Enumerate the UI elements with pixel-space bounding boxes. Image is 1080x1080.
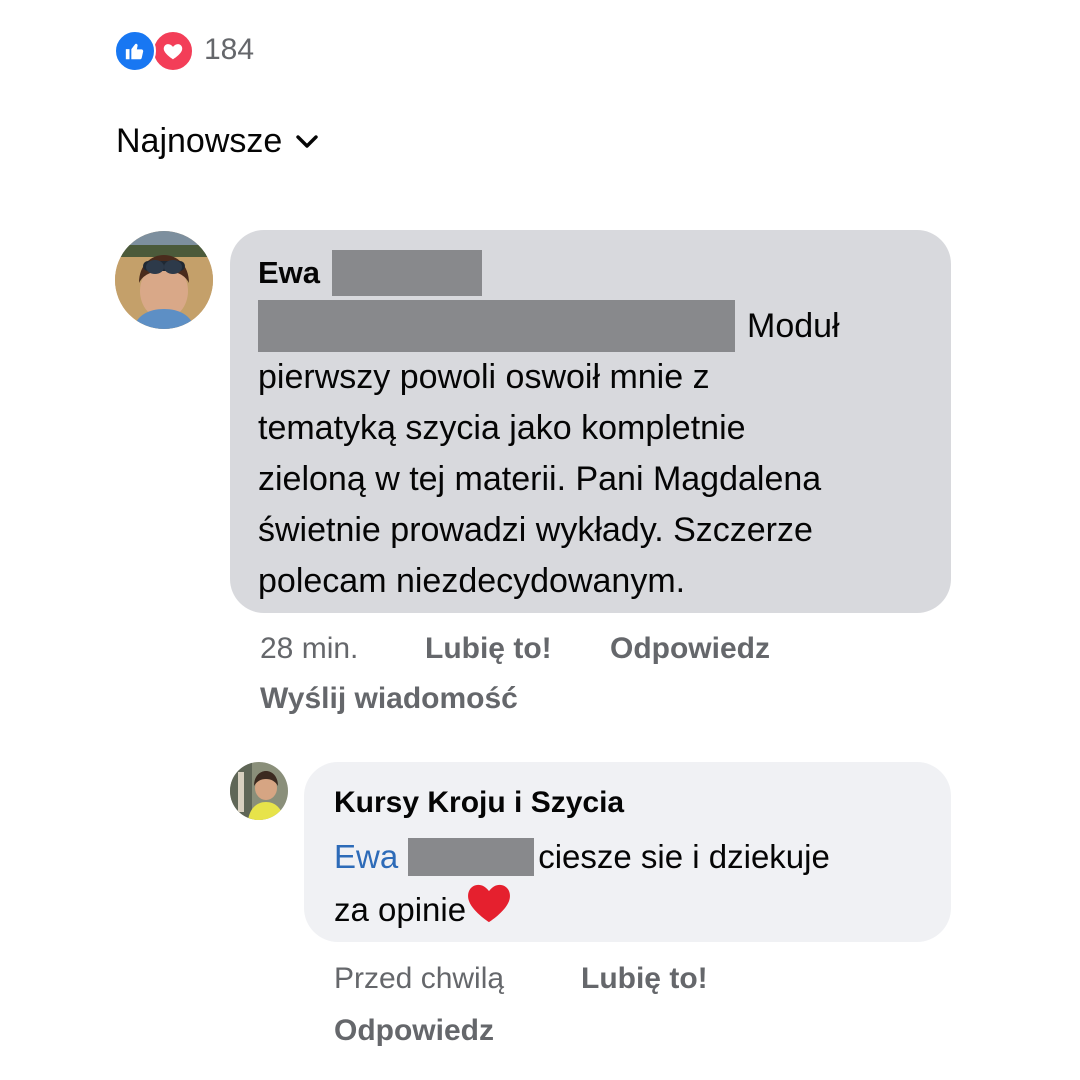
mention-name: Ewa — [334, 838, 399, 875]
comment-line: tematyką szycia jako kompletnie — [258, 409, 746, 447]
page-avatar[interactable] — [230, 762, 288, 820]
reply-line: za opinie — [334, 891, 467, 928]
comment-text: Moduł pierwszy powoli oswoił mnie z tema… — [258, 300, 923, 607]
reply-actions: Przed chwilą Lubię to! Odpowiedz — [334, 962, 954, 1062]
mention-link[interactable]: Ewa — [334, 832, 535, 882]
reply-author[interactable]: Kursy Kroju i Szycia — [334, 784, 921, 822]
reaction-icons — [114, 30, 198, 72]
like-button[interactable]: Lubię to! — [425, 632, 552, 666]
reaction-count: 184 — [204, 33, 255, 66]
comment-line: pierwszy powoli oswoił mnie z — [258, 358, 710, 396]
comment-author[interactable]: Ewa — [258, 250, 923, 296]
love-icon — [152, 30, 194, 72]
reply-like-button[interactable]: Lubię to! — [581, 962, 708, 996]
reply-timestamp[interactable]: Przed chwilą — [334, 962, 504, 996]
sort-label: Najnowsze — [116, 122, 283, 160]
reply-bubble: Kursy Kroju i Szycia Ewa ciesze sie i dz… — [304, 762, 951, 942]
comment-actions: 28 min. Lubię to! Odpowiedz Wyślij wiado… — [260, 632, 960, 722]
comment-line: polecam niezdecydowanym. — [258, 562, 686, 600]
reply-reply-button[interactable]: Odpowiedz — [334, 1014, 494, 1048]
redacted-surname — [332, 250, 483, 296]
commenter-avatar[interactable] — [115, 231, 213, 329]
reply-button[interactable]: Odpowiedz — [610, 632, 770, 666]
comments-screen: 184 Najnowsze Ewa Moduł pierwszy powoli … — [0, 0, 1080, 1080]
comment-bubble: Ewa Moduł pierwszy powoli oswoił mnie z … — [230, 230, 951, 613]
like-icon — [114, 30, 156, 72]
comment-timestamp[interactable]: 28 min. — [260, 632, 358, 666]
red-heart-icon — [466, 882, 512, 938]
reply-line: ciesze sie i dziekuje — [538, 838, 830, 875]
sort-dropdown[interactable]: Najnowsze — [116, 122, 320, 161]
comment-line: Moduł — [747, 306, 840, 345]
comment-line: świetnie prowadzi wykłady. Szczerze — [258, 511, 813, 549]
comment-line: zieloną w tej materii. Pani Magdalena — [258, 460, 822, 498]
comment-author-name: Ewa — [258, 255, 321, 290]
reply-text: Ewa ciesze sie i dziekuje za opinie — [334, 832, 921, 938]
send-message-button[interactable]: Wyślij wiadomość — [260, 682, 518, 716]
redacted-surname — [408, 838, 535, 876]
chevron-down-icon — [296, 130, 320, 154]
reactions-summary[interactable]: 184 — [114, 30, 255, 72]
redacted-text — [258, 300, 735, 352]
